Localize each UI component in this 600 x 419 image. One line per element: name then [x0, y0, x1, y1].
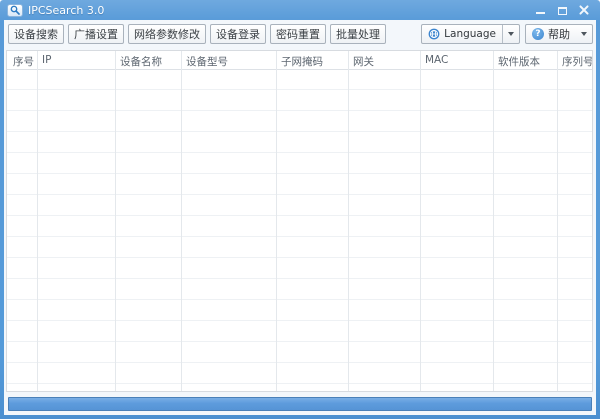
- network-params-modify-button[interactable]: 网络参数修改: [128, 24, 206, 44]
- language-dropdown-arrow[interactable]: [503, 25, 519, 43]
- device-table-columns: 序号 IP 设备名称 设备型号 子网掩码 网关 MAC 软件版本 序列号: [7, 51, 592, 391]
- progress-bar: [8, 397, 592, 411]
- search-icon: [10, 5, 20, 15]
- language-button-label: Language: [444, 28, 496, 40]
- device-table: 序号 IP 设备名称 设备型号 子网掩码 网关 MAC 软件版本 序列号: [6, 50, 593, 392]
- help-button[interactable]: ? 帮助: [525, 24, 593, 44]
- column-header-no[interactable]: 序号: [7, 51, 37, 69]
- toolbar-button-group: 设备搜索 广播设置 网络参数修改 设备登录 密码重置 批量处理: [8, 24, 386, 44]
- help-button-label: 帮助: [548, 28, 570, 41]
- language-button[interactable]: Language: [421, 24, 520, 44]
- column-serial-number: 序列号: [558, 51, 592, 391]
- column-header-ip[interactable]: IP: [38, 51, 115, 66]
- chevron-down-icon: [508, 32, 514, 36]
- column-device-model: 设备型号: [182, 51, 277, 391]
- column-subnet-mask: 子网掩码: [277, 51, 349, 391]
- column-software-version: 软件版本: [494, 51, 558, 391]
- globe-icon: [428, 28, 440, 40]
- minimize-button[interactable]: [533, 4, 547, 17]
- help-button-main[interactable]: ? 帮助: [526, 25, 576, 43]
- chevron-down-icon: [581, 32, 587, 36]
- column-header-gateway[interactable]: 网关: [349, 51, 420, 69]
- toolbar: 设备搜索 广播设置 网络参数修改 设备登录 密码重置 批量处理 Language…: [8, 24, 593, 44]
- device-login-button[interactable]: 设备登录: [210, 24, 266, 44]
- column-ip: IP: [38, 51, 116, 391]
- column-header-serial-number[interactable]: 序列号: [558, 51, 592, 69]
- help-dropdown-arrow[interactable]: [576, 25, 592, 43]
- broadcast-settings-button[interactable]: 广播设置: [68, 24, 124, 44]
- batch-process-button[interactable]: 批量处理: [330, 24, 386, 44]
- column-header-mac[interactable]: MAC: [421, 51, 493, 66]
- column-no: 序号: [7, 51, 38, 391]
- minimize-icon: [535, 11, 545, 14]
- column-header-device-model[interactable]: 设备型号: [182, 51, 276, 69]
- column-header-device-name[interactable]: 设备名称: [116, 51, 181, 69]
- column-mac: MAC: [421, 51, 494, 391]
- window-titlebar[interactable]: IPCSearch 3.0: [0, 0, 600, 20]
- window-title: IPCSearch 3.0: [28, 3, 105, 17]
- maximize-icon: [557, 6, 567, 15]
- language-button-main[interactable]: Language: [422, 25, 502, 43]
- client-area: 设备搜索 广播设置 网络参数修改 设备登录 密码重置 批量处理 Language…: [4, 20, 596, 415]
- column-gateway: 网关: [349, 51, 421, 391]
- question-circle-icon: ?: [532, 28, 544, 40]
- device-search-button[interactable]: 设备搜索: [8, 24, 64, 44]
- toolbar-right-group: Language ? 帮助: [421, 24, 593, 44]
- password-reset-button[interactable]: 密码重置: [270, 24, 326, 44]
- column-device-name: 设备名称: [116, 51, 182, 391]
- close-icon: [579, 4, 589, 15]
- maximize-button[interactable]: [555, 4, 569, 17]
- window-controls: [533, 4, 591, 17]
- progress-bar-fill: [9, 398, 591, 410]
- close-button[interactable]: [577, 4, 591, 17]
- app-window: IPCSearch 3.0 设备搜索 广播设置 网络参数修改 设备登录 密码重置…: [0, 0, 600, 419]
- app-logo: [7, 3, 23, 17]
- column-header-subnet-mask[interactable]: 子网掩码: [277, 51, 348, 69]
- column-header-software-version[interactable]: 软件版本: [494, 51, 557, 69]
